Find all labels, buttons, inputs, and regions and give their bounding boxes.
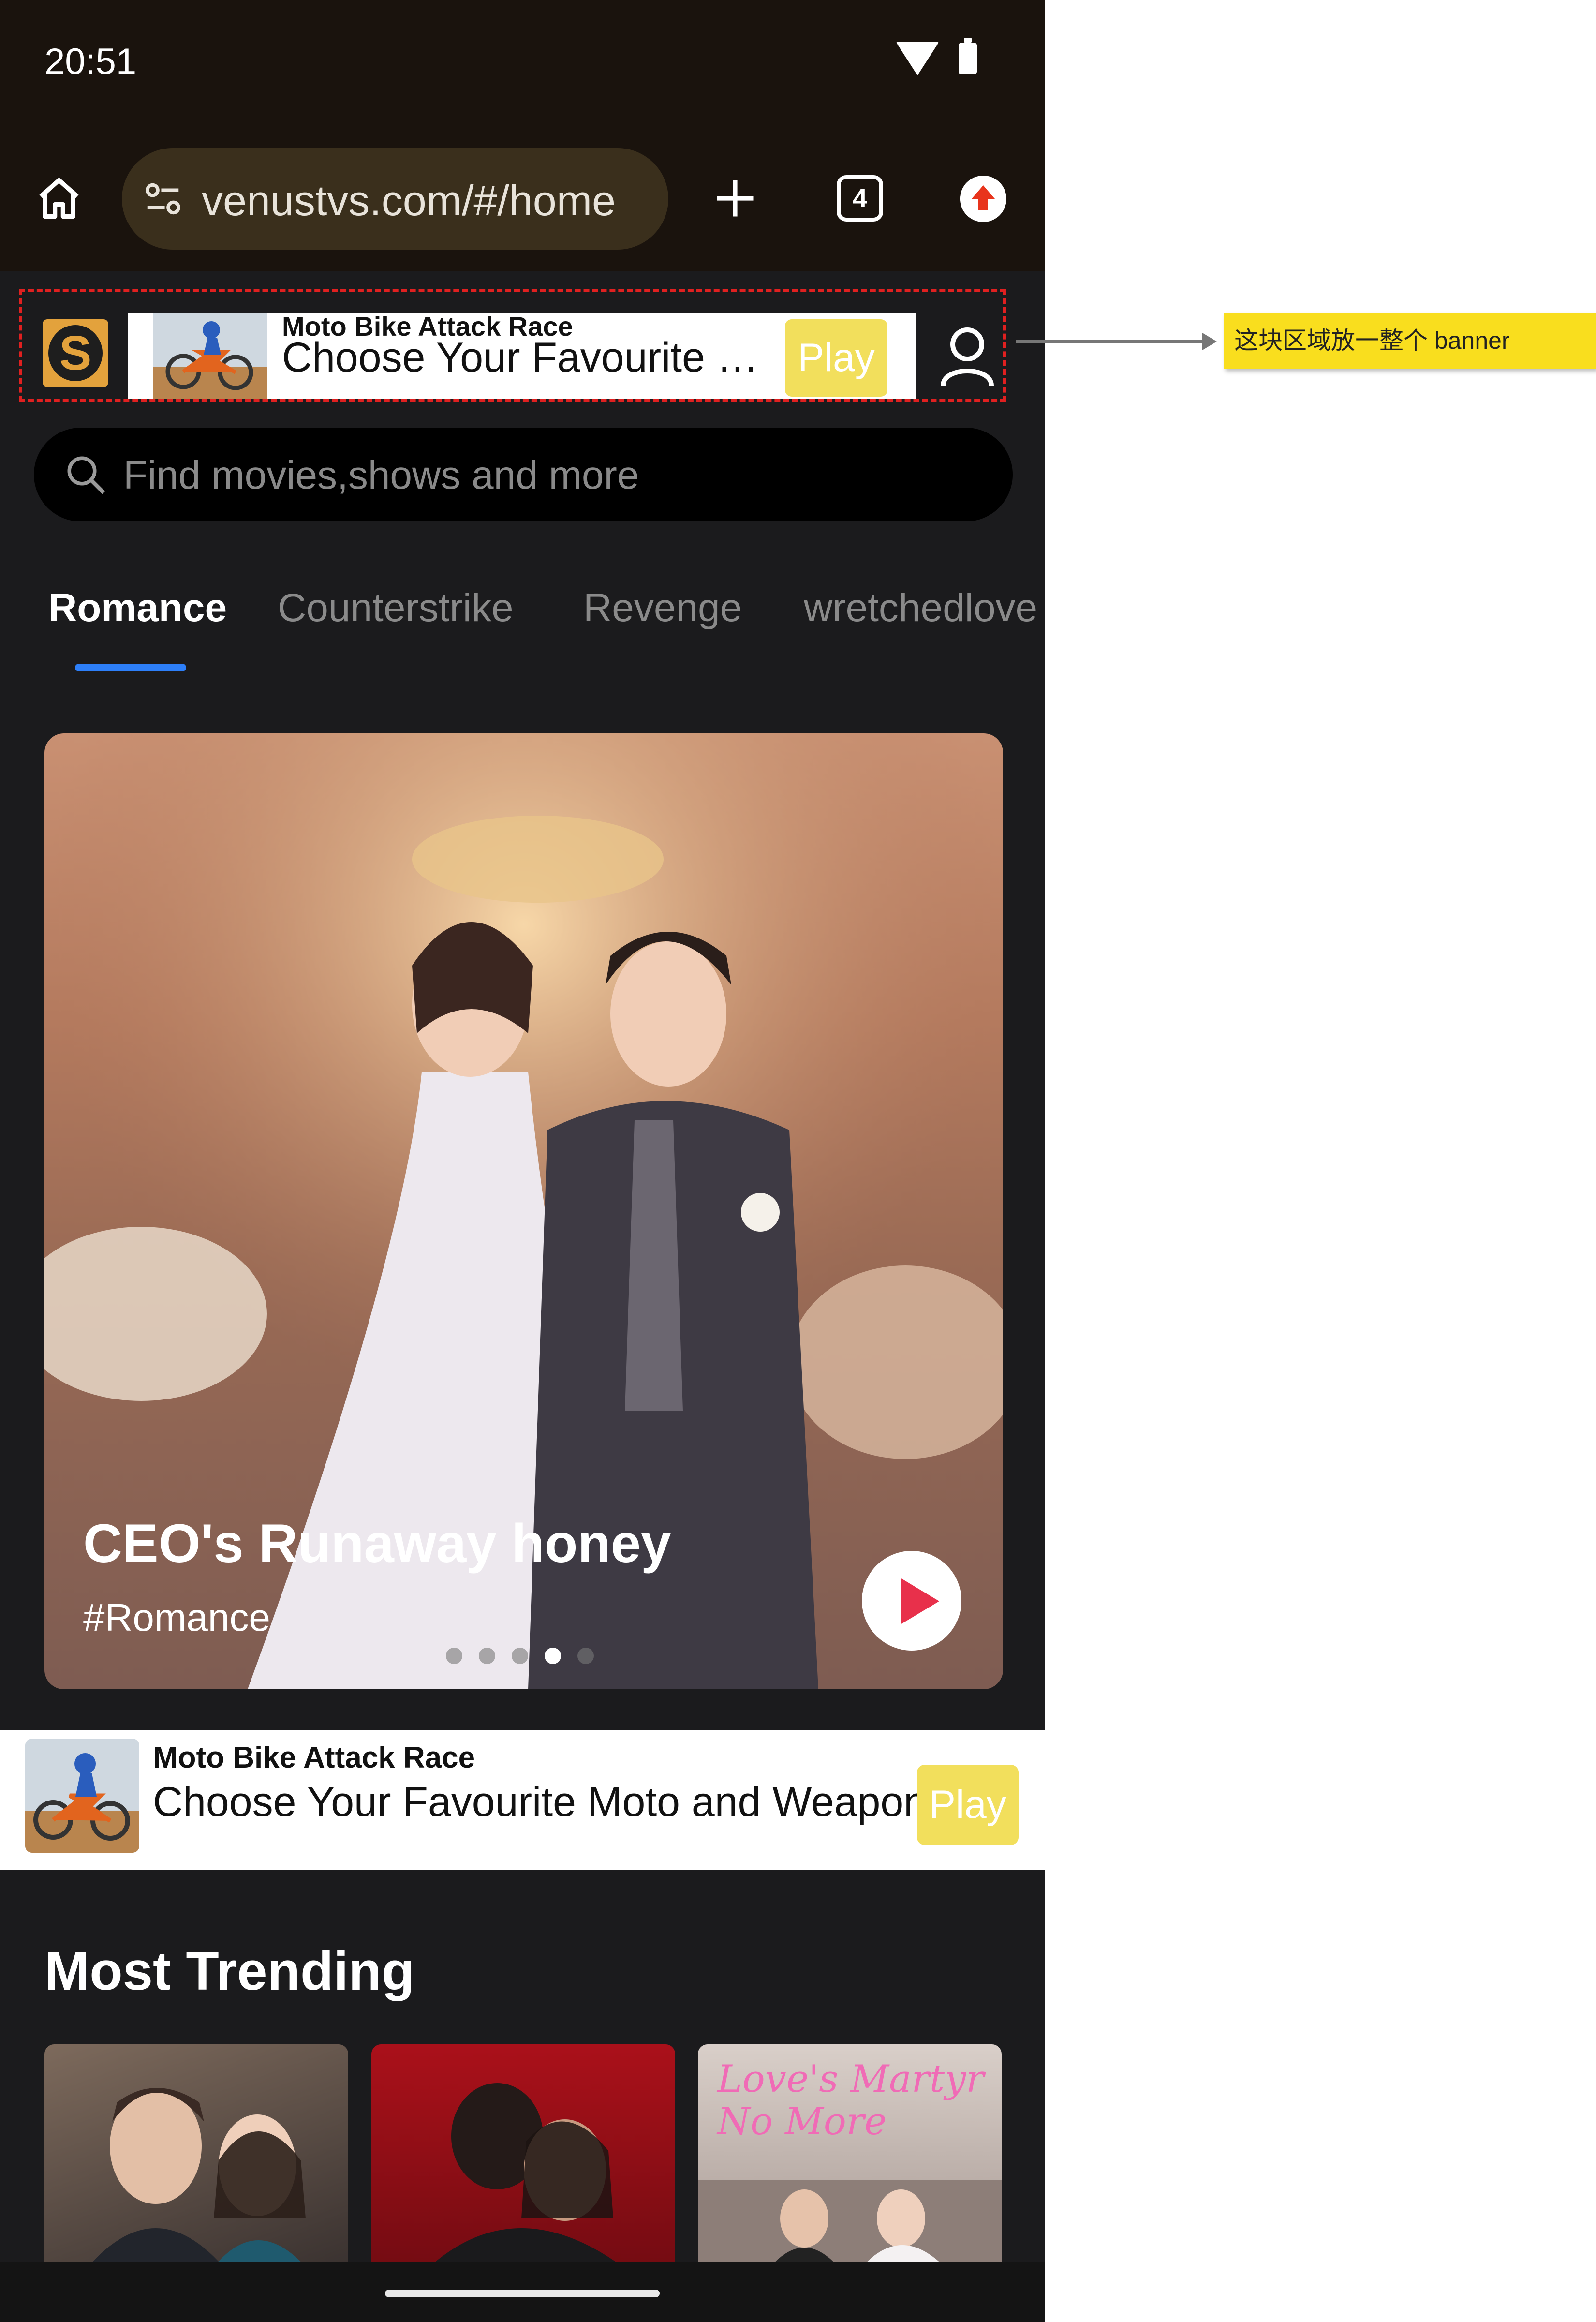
app-logo[interactable]: S	[43, 319, 108, 387]
mid-ad-banner[interactable]: Moto Bike Attack Race Choose Your Favour…	[0, 1730, 1045, 1870]
app-logo-letter: S	[48, 325, 103, 381]
home-indicator[interactable]	[385, 2290, 660, 2297]
wifi-icon	[896, 42, 939, 75]
search-placeholder: Find movies,shows and more	[123, 453, 639, 497]
hero-play-button[interactable]	[862, 1551, 961, 1651]
top-ad-banner[interactable]: Moto Bike Attack Race Choose Your Favour…	[128, 313, 916, 399]
carousel-indicator	[446, 1648, 594, 1664]
new-tab-icon[interactable]	[711, 174, 759, 223]
search-icon	[67, 456, 105, 494]
hero-genre-tag: #Romance	[83, 1596, 270, 1639]
annotation-line	[1016, 340, 1207, 343]
poster-caption: Love's Martyr No More	[717, 2057, 984, 2143]
section-title-most-trending: Most Trending	[44, 1941, 415, 2001]
mid-ad-app-title: Moto Bike Attack Race	[153, 1741, 475, 1774]
trending-poster-1[interactable]	[44, 2044, 348, 2267]
battery-icon	[959, 38, 977, 74]
system-nav-bar	[0, 2262, 1045, 2322]
tab-switcher-button[interactable]: 4	[837, 175, 883, 222]
status-time: 20:51	[44, 41, 137, 82]
annotation-arrow-icon	[1202, 333, 1217, 350]
tab-romance[interactable]: Romance	[48, 585, 227, 631]
carousel-dot[interactable]	[577, 1648, 594, 1664]
motorbike-thumbnail	[153, 313, 267, 399]
poster-image	[88, 2088, 306, 2267]
trending-poster-2[interactable]	[371, 2044, 675, 2267]
carousel-dot-active[interactable]	[545, 1648, 561, 1664]
carousel-dot[interactable]	[512, 1648, 528, 1664]
home-icon[interactable]	[35, 174, 83, 223]
top-ad-headline: Choose Your Favourite Mo…	[282, 334, 775, 381]
hero-title: CEO's Runaway honey	[83, 1513, 671, 1574]
status-icons	[896, 38, 977, 75]
active-tab-indicator	[75, 664, 186, 671]
tab-revenge[interactable]: Revenge	[583, 585, 742, 631]
trending-poster-3[interactable]: Love's Martyr No More	[698, 2044, 1002, 2267]
address-bar[interactable]: venustvs.com/#/home	[122, 148, 668, 250]
carousel-dot[interactable]	[446, 1648, 462, 1664]
status-bar: 20:51	[0, 0, 1045, 131]
mid-ad-headline: Choose Your Favourite Moto and Weapon!	[153, 1779, 938, 1825]
motorbike-thumbnail	[25, 1739, 139, 1853]
profile-icon[interactable]	[938, 325, 996, 388]
hero-carousel[interactable]: CEO's Runaway honey #Romance	[44, 733, 1003, 1689]
poster-image	[371, 2044, 675, 2267]
top-ad-play-button[interactable]: Play	[785, 319, 887, 397]
mid-ad-play-button[interactable]: Play	[917, 1765, 1019, 1845]
tab-wretchedlove[interactable]: wretchedlove	[804, 585, 1037, 631]
update-icon[interactable]	[960, 176, 1006, 222]
phone-screen: 20:51 venustvs.com/#/home 4 S Moto Bike …	[0, 0, 1045, 2322]
site-settings-icon[interactable]	[141, 178, 185, 220]
annotation-note: 这块区域放一整个 banner	[1224, 313, 1596, 369]
tab-counterstrike[interactable]: Counterstrike	[278, 585, 514, 631]
carousel-dot[interactable]	[479, 1648, 495, 1664]
url-text[interactable]: venustvs.com/#/home	[202, 176, 616, 225]
browser-toolbar: venustvs.com/#/home 4	[0, 131, 1045, 271]
search-input[interactable]: Find movies,shows and more	[34, 428, 1013, 521]
